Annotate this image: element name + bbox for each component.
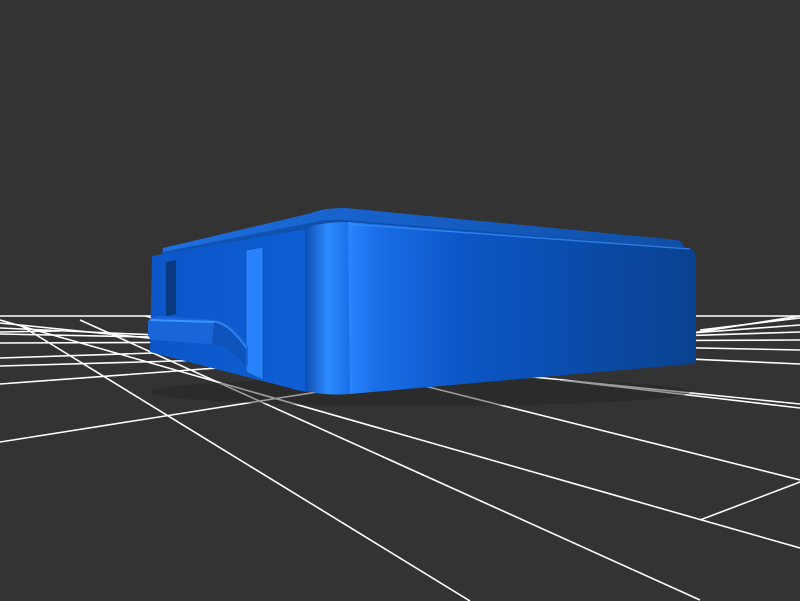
3d-viewport[interactable] bbox=[0, 0, 800, 601]
side-slot bbox=[166, 260, 176, 316]
side-rib bbox=[246, 247, 263, 380]
scene-canvas[interactable] bbox=[0, 0, 800, 601]
3d-box-model[interactable] bbox=[147, 208, 696, 395]
